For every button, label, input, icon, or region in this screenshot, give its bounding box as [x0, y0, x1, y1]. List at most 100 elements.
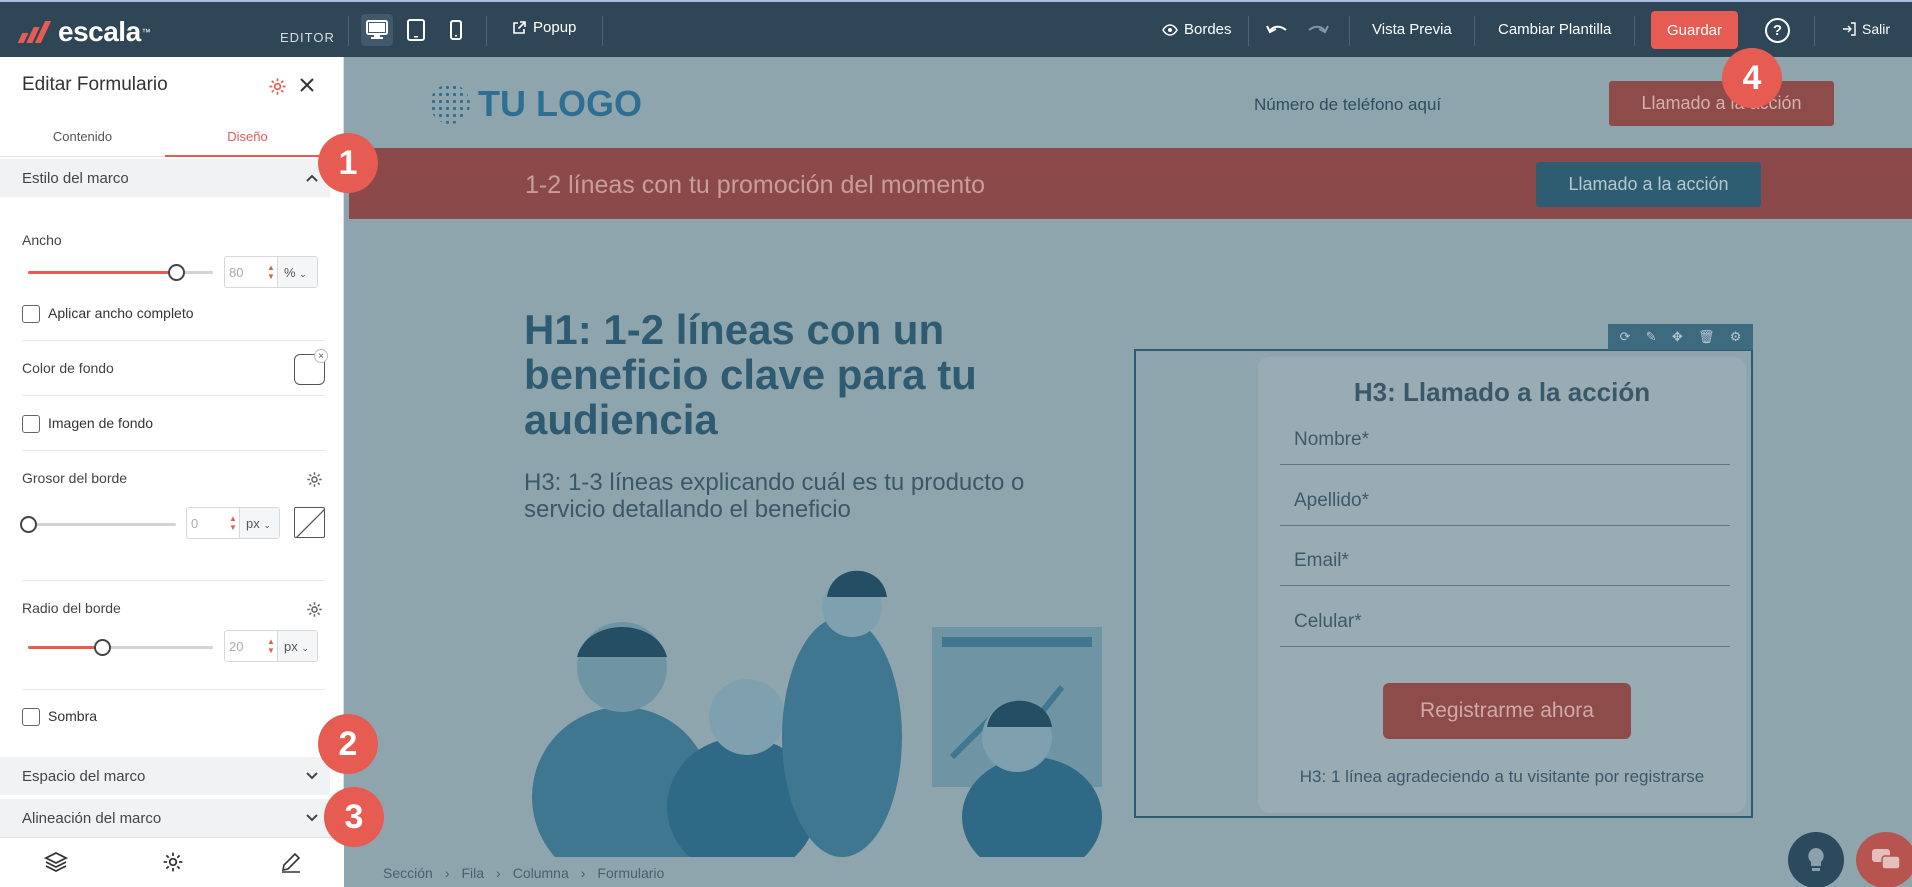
width-slider[interactable]	[28, 264, 213, 281]
shadow-label: Sombra	[48, 708, 98, 724]
header-cta-button[interactable]: Llamado a la acción	[1609, 81, 1834, 126]
panel-bottom-bar	[0, 837, 344, 887]
landing-logo[interactable]: TU LOGO	[430, 83, 642, 125]
bg-image-label: Imagen de fondo	[48, 415, 154, 431]
logo-mark-icon	[16, 19, 52, 45]
border-width-slider[interactable]	[20, 516, 176, 533]
change-template-button[interactable]: Cambiar Plantilla	[1498, 21, 1611, 38]
team-illustration[interactable]	[512, 557, 1112, 857]
pencil-icon[interactable]	[280, 851, 302, 873]
popup-button[interactable]: Popup	[512, 19, 576, 36]
phone-text[interactable]: Número de teléfono aquí	[1254, 95, 1441, 115]
edit-icon[interactable]: ✎	[1646, 329, 1657, 345]
bordes-toggle[interactable]: Bordes	[1162, 21, 1232, 38]
chat-button[interactable]	[1856, 832, 1912, 887]
shadow-checkbox[interactable]	[22, 708, 40, 726]
form-card[interactable]: H3: Llamado a la acción Nombre* Apellido…	[1258, 357, 1746, 813]
divider	[1814, 16, 1815, 46]
no-color-icon	[296, 509, 324, 537]
layers-icon[interactable]	[44, 851, 68, 873]
save-button[interactable]: Guardar	[1651, 11, 1738, 49]
chevron-up-icon	[306, 174, 318, 182]
trash-icon[interactable]: 🗑︎	[1698, 329, 1715, 345]
clear-color-icon[interactable]: ×	[314, 349, 328, 363]
exit-icon	[1843, 22, 1856, 36]
name-placeholder: Nombre*	[1294, 429, 1369, 450]
top-bar: escala ™ EDITOR Popup Bordes Vista Previa…	[0, 0, 1912, 57]
breadcrumb-item[interactable]: Columna	[513, 865, 569, 881]
callout-marker-4: 4	[1722, 48, 1782, 108]
border-width-input[interactable]: 0 ▲ ▼ px ⌄	[186, 507, 280, 539]
email-field[interactable]: Email*	[1280, 536, 1730, 586]
border-radius-value[interactable]: 20	[225, 631, 265, 661]
width-unit-select[interactable]: % ⌄	[277, 257, 317, 287]
border-width-unit: px	[246, 516, 260, 531]
border-radius-unit: px	[284, 639, 298, 654]
border-radius-input[interactable]: 20 ▲ ▼ px ⌄	[224, 630, 318, 662]
border-radius-slider-handle[interactable]	[94, 639, 111, 656]
width-input[interactable]: 80 ▲ ▼ % ⌄	[224, 256, 318, 288]
border-radius-slider[interactable]	[28, 639, 213, 656]
redo-button[interactable]	[1306, 21, 1330, 37]
gear-icon[interactable]: ⚙	[1730, 329, 1742, 345]
panel-header: Editar Formulario	[0, 57, 343, 112]
breadcrumb-item[interactable]: Fila	[461, 865, 484, 881]
divider	[1349, 16, 1350, 46]
breadcrumb-item[interactable]: Sección	[383, 865, 433, 881]
border-width-stepper[interactable]: ▲ ▼	[227, 508, 239, 538]
hero-heading[interactable]: H1: 1-2 líneas con un beneficio clave pa…	[524, 307, 1084, 442]
border-radius-stepper[interactable]: ▲ ▼	[265, 631, 277, 661]
divider	[348, 16, 349, 46]
desktop-view-button[interactable]	[361, 14, 393, 46]
form-title[interactable]: H3: Llamado a la acción	[1258, 377, 1746, 408]
name-field[interactable]: Nombre*	[1280, 415, 1730, 465]
tips-button[interactable]	[1788, 832, 1844, 887]
phone-field[interactable]: Celular*	[1280, 597, 1730, 647]
border-radius-unit-select[interactable]: px ⌄	[277, 631, 317, 661]
gear-icon[interactable]	[306, 601, 323, 618]
breadcrumb-item[interactable]: Formulario	[597, 865, 664, 881]
full-width-checkbox[interactable]	[22, 305, 40, 323]
width-value[interactable]: 80	[225, 257, 265, 287]
width-stepper[interactable]: ▲ ▼	[265, 257, 277, 287]
tablet-view-button[interactable]	[400, 14, 432, 46]
move-icon[interactable]: ✥	[1672, 329, 1683, 345]
exit-button[interactable]: Salir	[1842, 21, 1890, 37]
gear-icon[interactable]	[306, 471, 323, 488]
border-width-unit-select[interactable]: px ⌄	[239, 508, 279, 538]
border-color-swatch[interactable]	[294, 507, 325, 538]
section-frame-spacing[interactable]: Espacio del marco	[0, 757, 330, 795]
undo-button[interactable]	[1265, 21, 1289, 37]
promo-text[interactable]: 1-2 líneas con tu promoción del momento	[525, 171, 985, 200]
preview-button[interactable]: Vista Previa	[1372, 21, 1452, 38]
hero-subheading[interactable]: H3: 1-3 líneas explicando cuál es tu pro…	[524, 469, 1104, 523]
border-width-value[interactable]: 0	[187, 508, 227, 538]
close-icon[interactable]	[299, 77, 315, 93]
gear-icon[interactable]	[268, 77, 287, 96]
section-frame-spacing-label: Espacio del marco	[22, 767, 146, 785]
escala-logo: escala ™	[16, 16, 151, 48]
refresh-icon[interactable]: ⟳	[1620, 329, 1631, 345]
bg-image-checkbox[interactable]	[22, 415, 40, 433]
tab-contenido[interactable]: Contenido	[0, 117, 165, 156]
form-thanks-text[interactable]: H3: 1 línea agradeciendo a tu visitante …	[1258, 767, 1746, 787]
promo-bar[interactable]: 1-2 líneas con tu promoción del momento …	[349, 148, 1912, 219]
divider	[1634, 16, 1635, 46]
last-name-field[interactable]: Apellido*	[1280, 476, 1730, 526]
divider	[22, 450, 325, 451]
promo-cta-button[interactable]: Llamado a la acción	[1536, 162, 1761, 207]
section-frame-alignment[interactable]: Alineación del marco	[0, 799, 330, 837]
width-slider-handle[interactable]	[168, 264, 185, 281]
edit-form-panel: Editar Formulario Contenido Diseño Estil…	[0, 57, 344, 887]
tab-diseno[interactable]: Diseño	[165, 117, 330, 157]
full-width-label: Aplicar ancho completo	[48, 305, 194, 321]
help-icon[interactable]: ?	[1765, 18, 1790, 43]
settings-icon[interactable]	[162, 851, 184, 873]
eye-icon	[1162, 23, 1178, 36]
preview-label: Vista Previa	[1372, 21, 1452, 38]
register-button[interactable]: Registrarme ahora	[1383, 683, 1631, 739]
divider	[486, 16, 487, 46]
section-frame-style[interactable]: Estilo del marco	[0, 159, 330, 197]
border-width-slider-handle[interactable]	[20, 516, 37, 533]
mobile-view-button[interactable]	[440, 14, 472, 46]
